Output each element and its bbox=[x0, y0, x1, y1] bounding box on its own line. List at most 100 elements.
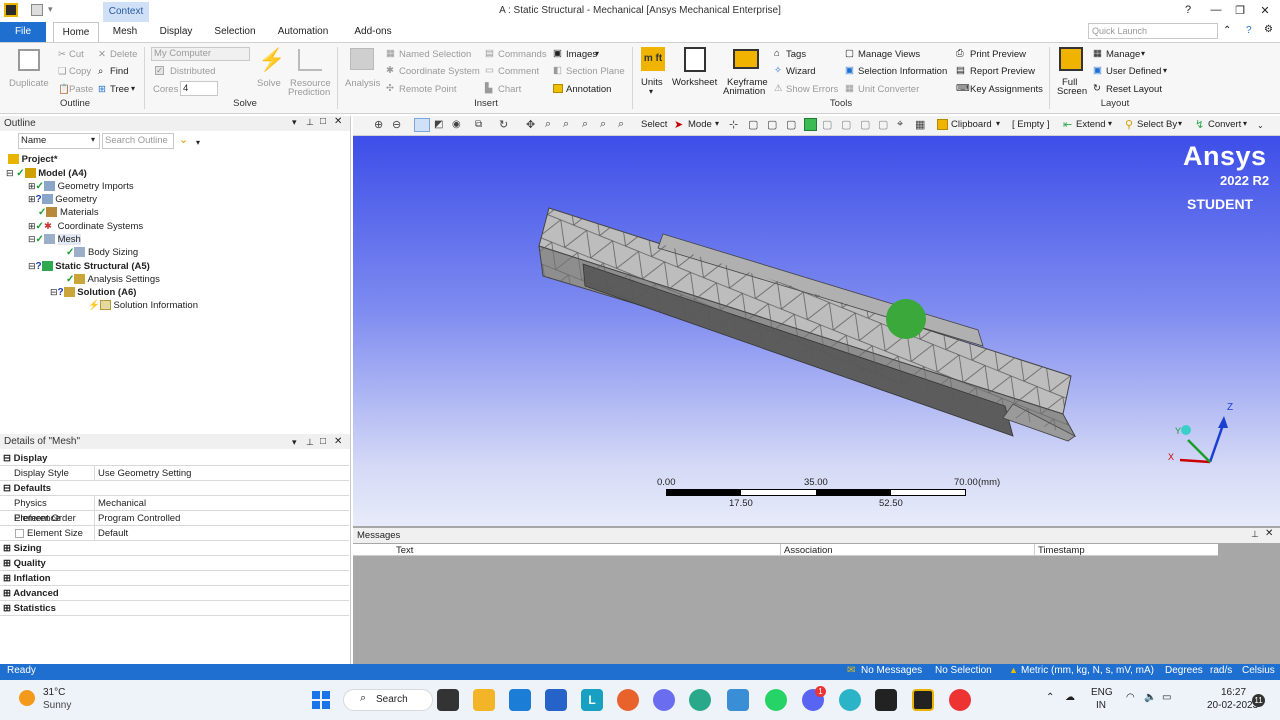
status-rate[interactable]: rad/s bbox=[1210, 665, 1232, 676]
select-button[interactable]: Select bbox=[641, 119, 667, 130]
toolbar-overflow-icon[interactable]: ⌄ bbox=[1257, 121, 1264, 130]
computer-select[interactable]: My Computer bbox=[151, 47, 250, 61]
status-messages[interactable]: No Messages bbox=[861, 665, 922, 676]
whatsapp-icon[interactable] bbox=[765, 689, 787, 711]
mail-icon[interactable] bbox=[509, 689, 531, 711]
details-row-display-style[interactable]: Display Style Use Geometry Setting bbox=[0, 466, 349, 481]
details-group-advanced[interactable]: ⊞ Advanced bbox=[0, 586, 349, 601]
mode-button[interactable]: Mode bbox=[688, 119, 712, 130]
file-explorer-icon[interactable] bbox=[473, 689, 495, 711]
clipboard-button[interactable]: Clipboard bbox=[951, 119, 992, 130]
outline-menu-icon[interactable]: ▾ bbox=[292, 117, 297, 128]
tree-item-mesh[interactable]: ⊟✓ Mesh bbox=[28, 234, 81, 245]
column-timestamp[interactable]: Timestamp bbox=[1038, 545, 1085, 556]
firefox-icon[interactable] bbox=[617, 689, 639, 711]
tree-item-static-structural[interactable]: ⊟? Static Structural (A5) bbox=[28, 261, 150, 272]
manage-button[interactable]: Manage bbox=[1106, 49, 1140, 60]
weather-sun-icon[interactable] bbox=[19, 690, 35, 706]
weather-temp[interactable]: 31°C bbox=[43, 687, 65, 698]
reset-layout-button[interactable]: Reset Layout bbox=[1106, 84, 1162, 95]
minimize-icon[interactable]: — bbox=[1206, 4, 1226, 18]
commands-button[interactable]: Commands bbox=[498, 49, 547, 60]
tab-display[interactable]: Display bbox=[152, 22, 200, 42]
pan-icon[interactable]: ✥ bbox=[526, 118, 535, 131]
details-row-physics-preference[interactable]: Physics Preference Mechanical bbox=[0, 496, 349, 524]
tags-button[interactable]: Tags bbox=[786, 49, 806, 60]
wifi-icon[interactable]: ◠ bbox=[1126, 692, 1135, 703]
tab-automation[interactable]: Automation bbox=[270, 22, 336, 42]
outline-search-input[interactable]: Search Outline bbox=[102, 133, 174, 149]
print-preview-button[interactable]: Print Preview bbox=[970, 49, 1026, 60]
tree-button[interactable]: Tree bbox=[110, 84, 129, 95]
shaded-view-icon[interactable] bbox=[414, 118, 430, 132]
status-temperature[interactable]: Celsius bbox=[1242, 665, 1275, 676]
photos-icon[interactable] bbox=[727, 689, 749, 711]
details-pin-icon[interactable]: ⊥ bbox=[306, 437, 314, 448]
extend-dropdown-icon[interactable]: ▾ bbox=[1108, 119, 1112, 128]
model-svg[interactable] bbox=[353, 136, 1280, 526]
messages-close-icon[interactable]: ✕ bbox=[1265, 528, 1273, 539]
mode-dropdown-icon[interactable]: ▾ bbox=[715, 119, 719, 128]
units-dropdown-icon[interactable]: ▾ bbox=[649, 87, 653, 96]
tree-item-analysis-settings[interactable]: ✓ Analysis Settings bbox=[66, 274, 160, 285]
details-menu-icon[interactable]: ▾ bbox=[292, 437, 297, 448]
start-icon[interactable] bbox=[312, 691, 330, 709]
find-button[interactable]: Find bbox=[110, 66, 128, 77]
convert-button[interactable]: Convert bbox=[1208, 119, 1241, 130]
manage-dropdown-icon[interactable]: ▾ bbox=[1141, 49, 1145, 58]
select-element-icon[interactable] bbox=[804, 118, 817, 131]
probe-marker[interactable] bbox=[886, 299, 926, 339]
select-node-icon[interactable]: ▢ bbox=[822, 118, 832, 131]
messages-pin-icon[interactable]: ⊥ bbox=[1251, 529, 1259, 540]
details-row-element-size[interactable]: Element Size Default bbox=[0, 526, 349, 541]
details-group-inflation[interactable]: ⊞ Inflation bbox=[0, 571, 349, 586]
details-maximize-icon[interactable]: □ bbox=[320, 436, 326, 447]
wireframe-icon[interactable]: ◩ bbox=[434, 119, 443, 130]
tree-item-solution[interactable]: ⊟? Solution (A6) bbox=[50, 287, 136, 298]
box-zoom-icon[interactable]: ⌕ bbox=[563, 118, 569, 131]
show-mesh-icon[interactable]: ◉ bbox=[452, 119, 461, 130]
outline-options-icon[interactable]: ▾ bbox=[196, 138, 200, 147]
chart-button[interactable]: Chart bbox=[498, 84, 521, 95]
convert-dropdown-icon[interactable]: ▾ bbox=[1243, 119, 1247, 128]
tab-file[interactable]: File bbox=[0, 22, 46, 42]
store-icon[interactable] bbox=[545, 689, 567, 711]
workbench-icon[interactable] bbox=[875, 689, 897, 711]
tab-add-ons[interactable]: Add-ons bbox=[343, 22, 403, 42]
details-group-display[interactable]: ⊟ Display bbox=[0, 451, 349, 466]
label-icon[interactable]: ⌖ bbox=[897, 118, 903, 131]
volume-icon[interactable]: 🔈 bbox=[1144, 692, 1156, 703]
language-label[interactable]: ENG bbox=[1091, 687, 1113, 698]
user-defined-dropdown-icon[interactable]: ▾ bbox=[1163, 66, 1167, 75]
copilot-icon[interactable] bbox=[653, 689, 675, 711]
zoom-icon[interactable]: ⌕ bbox=[545, 118, 551, 131]
status-units[interactable]: Metric (mm, kg, N, s, mV, mA) bbox=[1021, 665, 1154, 676]
restore-icon[interactable]: ❐ bbox=[1230, 4, 1250, 18]
task-view-icon[interactable] bbox=[437, 689, 459, 711]
tab-selection[interactable]: Selection bbox=[207, 22, 263, 42]
filter-chevron-icon[interactable]: ⌄ bbox=[179, 133, 188, 146]
details-row-element-order[interactable]: Element Order Program Controlled bbox=[0, 511, 349, 526]
magnifier-icon[interactable]: ⌕ bbox=[600, 118, 606, 131]
edge-icon[interactable] bbox=[689, 689, 711, 711]
coordinate-system-button[interactable]: Coordinate System bbox=[399, 66, 480, 77]
clock-time[interactable]: 16:27 bbox=[1221, 687, 1246, 698]
tree-item-geometry-imports[interactable]: ⊞✓ Geometry Imports bbox=[28, 181, 134, 192]
row-value[interactable]: Use Geometry Setting bbox=[97, 466, 191, 481]
row-value[interactable]: Default bbox=[97, 526, 128, 541]
select-vertex-icon[interactable]: ⊹ bbox=[729, 118, 738, 131]
app-l-icon[interactable]: L bbox=[581, 689, 603, 711]
cores-input[interactable]: 4 bbox=[180, 81, 218, 96]
onedrive-icon[interactable]: ☁ bbox=[1065, 692, 1075, 703]
clock-date[interactable]: 20-02-2023 bbox=[1207, 700, 1258, 711]
solve-button[interactable]: Solve bbox=[257, 78, 281, 89]
analysis-button[interactable]: Analysis bbox=[345, 78, 380, 89]
worksheet-button[interactable]: Worksheet bbox=[672, 77, 717, 88]
zoom-in-icon[interactable]: ⊕ bbox=[374, 118, 383, 131]
outline-name-filter[interactable]: Name bbox=[18, 133, 100, 149]
show-errors-button[interactable]: Show Errors bbox=[786, 84, 838, 95]
images-dropdown-icon[interactable]: ▾ bbox=[595, 49, 599, 58]
tree-item-materials[interactable]: ✓ Materials bbox=[38, 207, 99, 218]
select-body-icon[interactable]: ▢ bbox=[786, 118, 796, 131]
close-window-icon[interactable]: ✕ bbox=[1255, 4, 1275, 18]
